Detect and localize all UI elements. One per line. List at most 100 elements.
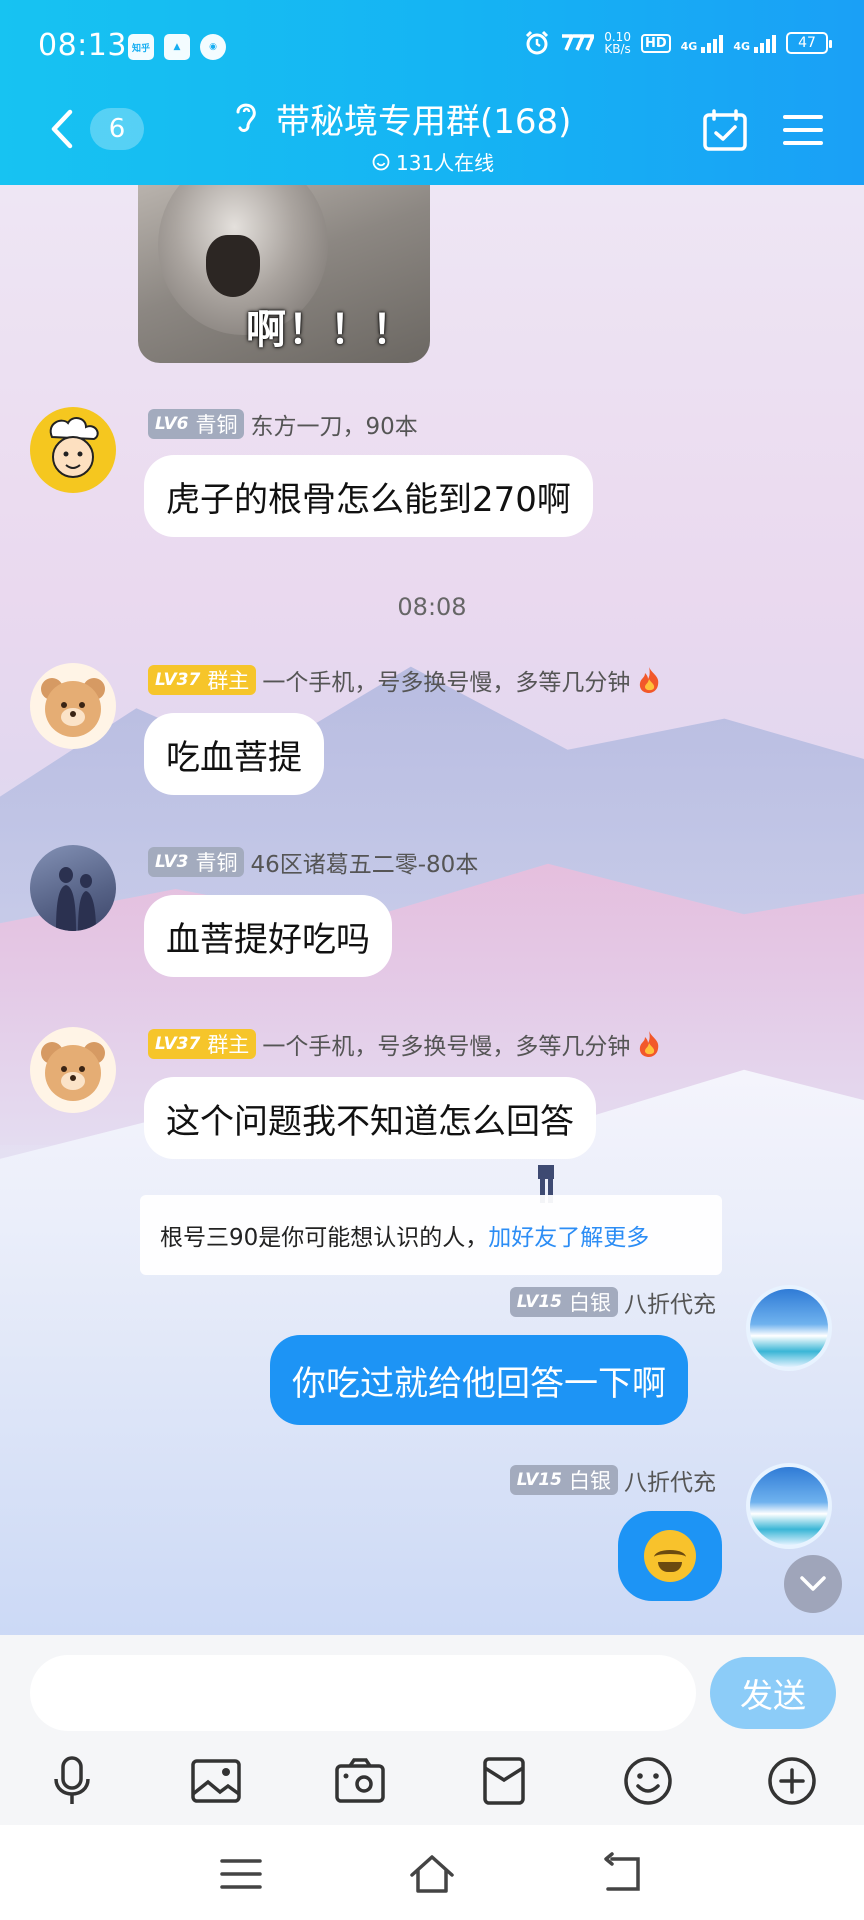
level-label: LV3 bbox=[155, 852, 189, 872]
avatar[interactable] bbox=[30, 845, 116, 931]
chat-message-area[interactable]: 啊！！！ LV6 青铜 东方一刀，90本 虎子的根骨怎么能到270啊 08:08 … bbox=[0, 185, 864, 1635]
back-nav-icon[interactable] bbox=[598, 1851, 648, 1897]
voice-button[interactable] bbox=[44, 1753, 100, 1809]
silhouette-avatar-icon bbox=[56, 867, 96, 931]
message-bubble[interactable]: 虎子的根骨怎么能到270啊 bbox=[144, 455, 593, 537]
sim1-label: 4G bbox=[680, 40, 698, 53]
avatar[interactable] bbox=[30, 1027, 116, 1113]
hd-icon: HD bbox=[640, 33, 671, 53]
status-app-icons: 知乎 ▲ ◉ bbox=[128, 34, 226, 60]
cat-sticker-image[interactable]: 啊！！！ bbox=[138, 185, 430, 363]
sender-meta: LV6 青铜 东方一刀，90本 bbox=[148, 407, 418, 441]
composer-toolbar bbox=[0, 1745, 864, 1825]
status-time: 08:13 bbox=[38, 28, 127, 63]
rank-label: 青铜 bbox=[195, 413, 238, 437]
emoji-icon bbox=[624, 1757, 672, 1805]
image-icon bbox=[191, 1759, 241, 1803]
sender-nickname[interactable]: 一个手机，号多换号慢，多等几分钟 bbox=[262, 663, 630, 697]
online-status: 131人在线 bbox=[230, 147, 660, 176]
level-label: LV37 bbox=[155, 1034, 201, 1054]
scroll-to-bottom-button[interactable] bbox=[784, 1555, 842, 1613]
sticker-caption: 啊！！！ bbox=[246, 307, 414, 353]
send-button[interactable]: 发送 bbox=[710, 1657, 836, 1729]
message-bubble[interactable]: 吃血菩提 bbox=[144, 713, 324, 795]
add-friend-link[interactable]: 加好友了解更多 bbox=[488, 1218, 649, 1252]
rank-label: 群主 bbox=[207, 669, 250, 693]
level-label: LV6 bbox=[155, 414, 189, 434]
level-badge: LV6 青铜 bbox=[148, 409, 245, 439]
unread-count-badge[interactable]: 6 bbox=[90, 108, 144, 150]
chat-header: 08:13 知乎 ▲ ◉ 0.10 KB/s HD 4G 4G 47 6 带秘境… bbox=[0, 0, 864, 185]
avatar[interactable] bbox=[30, 663, 116, 749]
rank-label: 青铜 bbox=[195, 851, 238, 875]
my-avatar[interactable] bbox=[746, 1285, 832, 1371]
avatar[interactable] bbox=[30, 407, 116, 493]
rank-label: 群主 bbox=[207, 1033, 250, 1057]
red-packet-button[interactable] bbox=[476, 1753, 532, 1809]
level-badge: LV15 白银 bbox=[509, 1287, 618, 1317]
camera-button[interactable] bbox=[332, 1753, 388, 1809]
level-label: LV15 bbox=[516, 1292, 562, 1312]
browser-app-icon: ◉ bbox=[200, 34, 226, 60]
level-badge: LV37 群主 bbox=[148, 1029, 257, 1059]
sim2-label: 4G bbox=[733, 40, 750, 53]
message-bubble[interactable]: 血菩提好吃吗 bbox=[144, 895, 392, 977]
sender-nickname[interactable]: 46区诸葛五二零-80本 bbox=[250, 845, 478, 879]
network-speed: 0.10 KB/s bbox=[604, 31, 631, 55]
fire-icon bbox=[640, 1031, 659, 1057]
sender-nickname[interactable]: 一个手机，号多换号慢，多等几分钟 bbox=[262, 1027, 630, 1061]
friend-suggestion-notice: 根号三90是你可能想认识的人， 加好友了解更多 bbox=[140, 1195, 722, 1275]
more-button[interactable] bbox=[764, 1753, 820, 1809]
signal-sim1-icon: 4G bbox=[681, 33, 724, 53]
my-message-bubble[interactable]: 你吃过就给他回答一下啊 bbox=[270, 1335, 688, 1425]
sender-nickname[interactable]: 八折代充 bbox=[624, 1285, 716, 1319]
recent-apps-icon[interactable] bbox=[216, 1851, 266, 1897]
microphone-icon bbox=[54, 1756, 90, 1804]
bear-avatar-icon bbox=[41, 1042, 105, 1101]
system-navigation-bar bbox=[0, 1825, 864, 1920]
sender-nickname[interactable]: 东方一刀，90本 bbox=[250, 407, 417, 441]
battery-level: 47 bbox=[798, 35, 816, 51]
level-label: LV37 bbox=[155, 670, 201, 690]
image-button[interactable] bbox=[188, 1753, 244, 1809]
message-timestamp: 08:08 bbox=[397, 593, 467, 621]
sender-meta: LV37 群主 一个手机，号多换号慢，多等几分钟 bbox=[148, 663, 662, 697]
chef-avatar-icon bbox=[49, 417, 99, 478]
zhihu-icon: 知乎 bbox=[128, 34, 154, 60]
speed-logo-icon bbox=[562, 34, 595, 51]
plus-icon bbox=[768, 1757, 816, 1805]
my-avatar[interactable] bbox=[746, 1463, 832, 1549]
rank-label: 白银 bbox=[569, 1291, 611, 1315]
bear-avatar-icon bbox=[41, 678, 105, 737]
battery-icon: 47 bbox=[786, 32, 832, 54]
sender-meta: LV37 群主 一个手机，号多换号慢，多等几分钟 bbox=[148, 1027, 662, 1061]
group-title-area[interactable]: 带秘境专用群(168) 131人在线 bbox=[230, 94, 660, 176]
sender-meta: LV15 白银 八折代充 bbox=[509, 1285, 716, 1319]
send-app-icon: ▲ bbox=[164, 34, 190, 60]
cat-mouth bbox=[206, 235, 260, 297]
message-bubble[interactable]: 这个问题我不知道怎么回答 bbox=[144, 1077, 596, 1159]
group-title: 带秘境专用群(168) bbox=[230, 94, 660, 143]
status-bar: 08:13 知乎 ▲ ◉ 0.10 KB/s HD 4G 4G 47 bbox=[0, 0, 864, 96]
composer-bar: 发送 bbox=[0, 1635, 864, 1745]
level-badge: LV37 群主 bbox=[148, 665, 257, 695]
ear-icon bbox=[236, 103, 256, 132]
level-label: LV15 bbox=[516, 1470, 562, 1490]
online-count-text: 131人在线 bbox=[396, 151, 495, 175]
network-speed-unit: KB/s bbox=[604, 42, 631, 56]
fire-icon bbox=[640, 667, 659, 693]
alarm-icon bbox=[526, 30, 549, 55]
calendar-check-icon[interactable] bbox=[702, 108, 748, 152]
sender-nickname[interactable]: 八折代充 bbox=[624, 1463, 716, 1497]
home-icon[interactable] bbox=[407, 1851, 457, 1897]
online-icon bbox=[372, 153, 390, 170]
message-input[interactable] bbox=[30, 1655, 696, 1731]
emoji-button[interactable] bbox=[620, 1753, 676, 1809]
my-emoji-message[interactable] bbox=[618, 1511, 722, 1601]
camera-icon bbox=[335, 1758, 385, 1803]
sender-meta: LV15 白银 八折代充 bbox=[509, 1463, 716, 1497]
menu-icon[interactable] bbox=[782, 112, 824, 148]
back-arrow-icon[interactable] bbox=[42, 104, 82, 154]
chevron-down-icon bbox=[800, 1576, 826, 1591]
notice-text: 根号三90是你可能想认识的人， bbox=[160, 1225, 489, 1251]
